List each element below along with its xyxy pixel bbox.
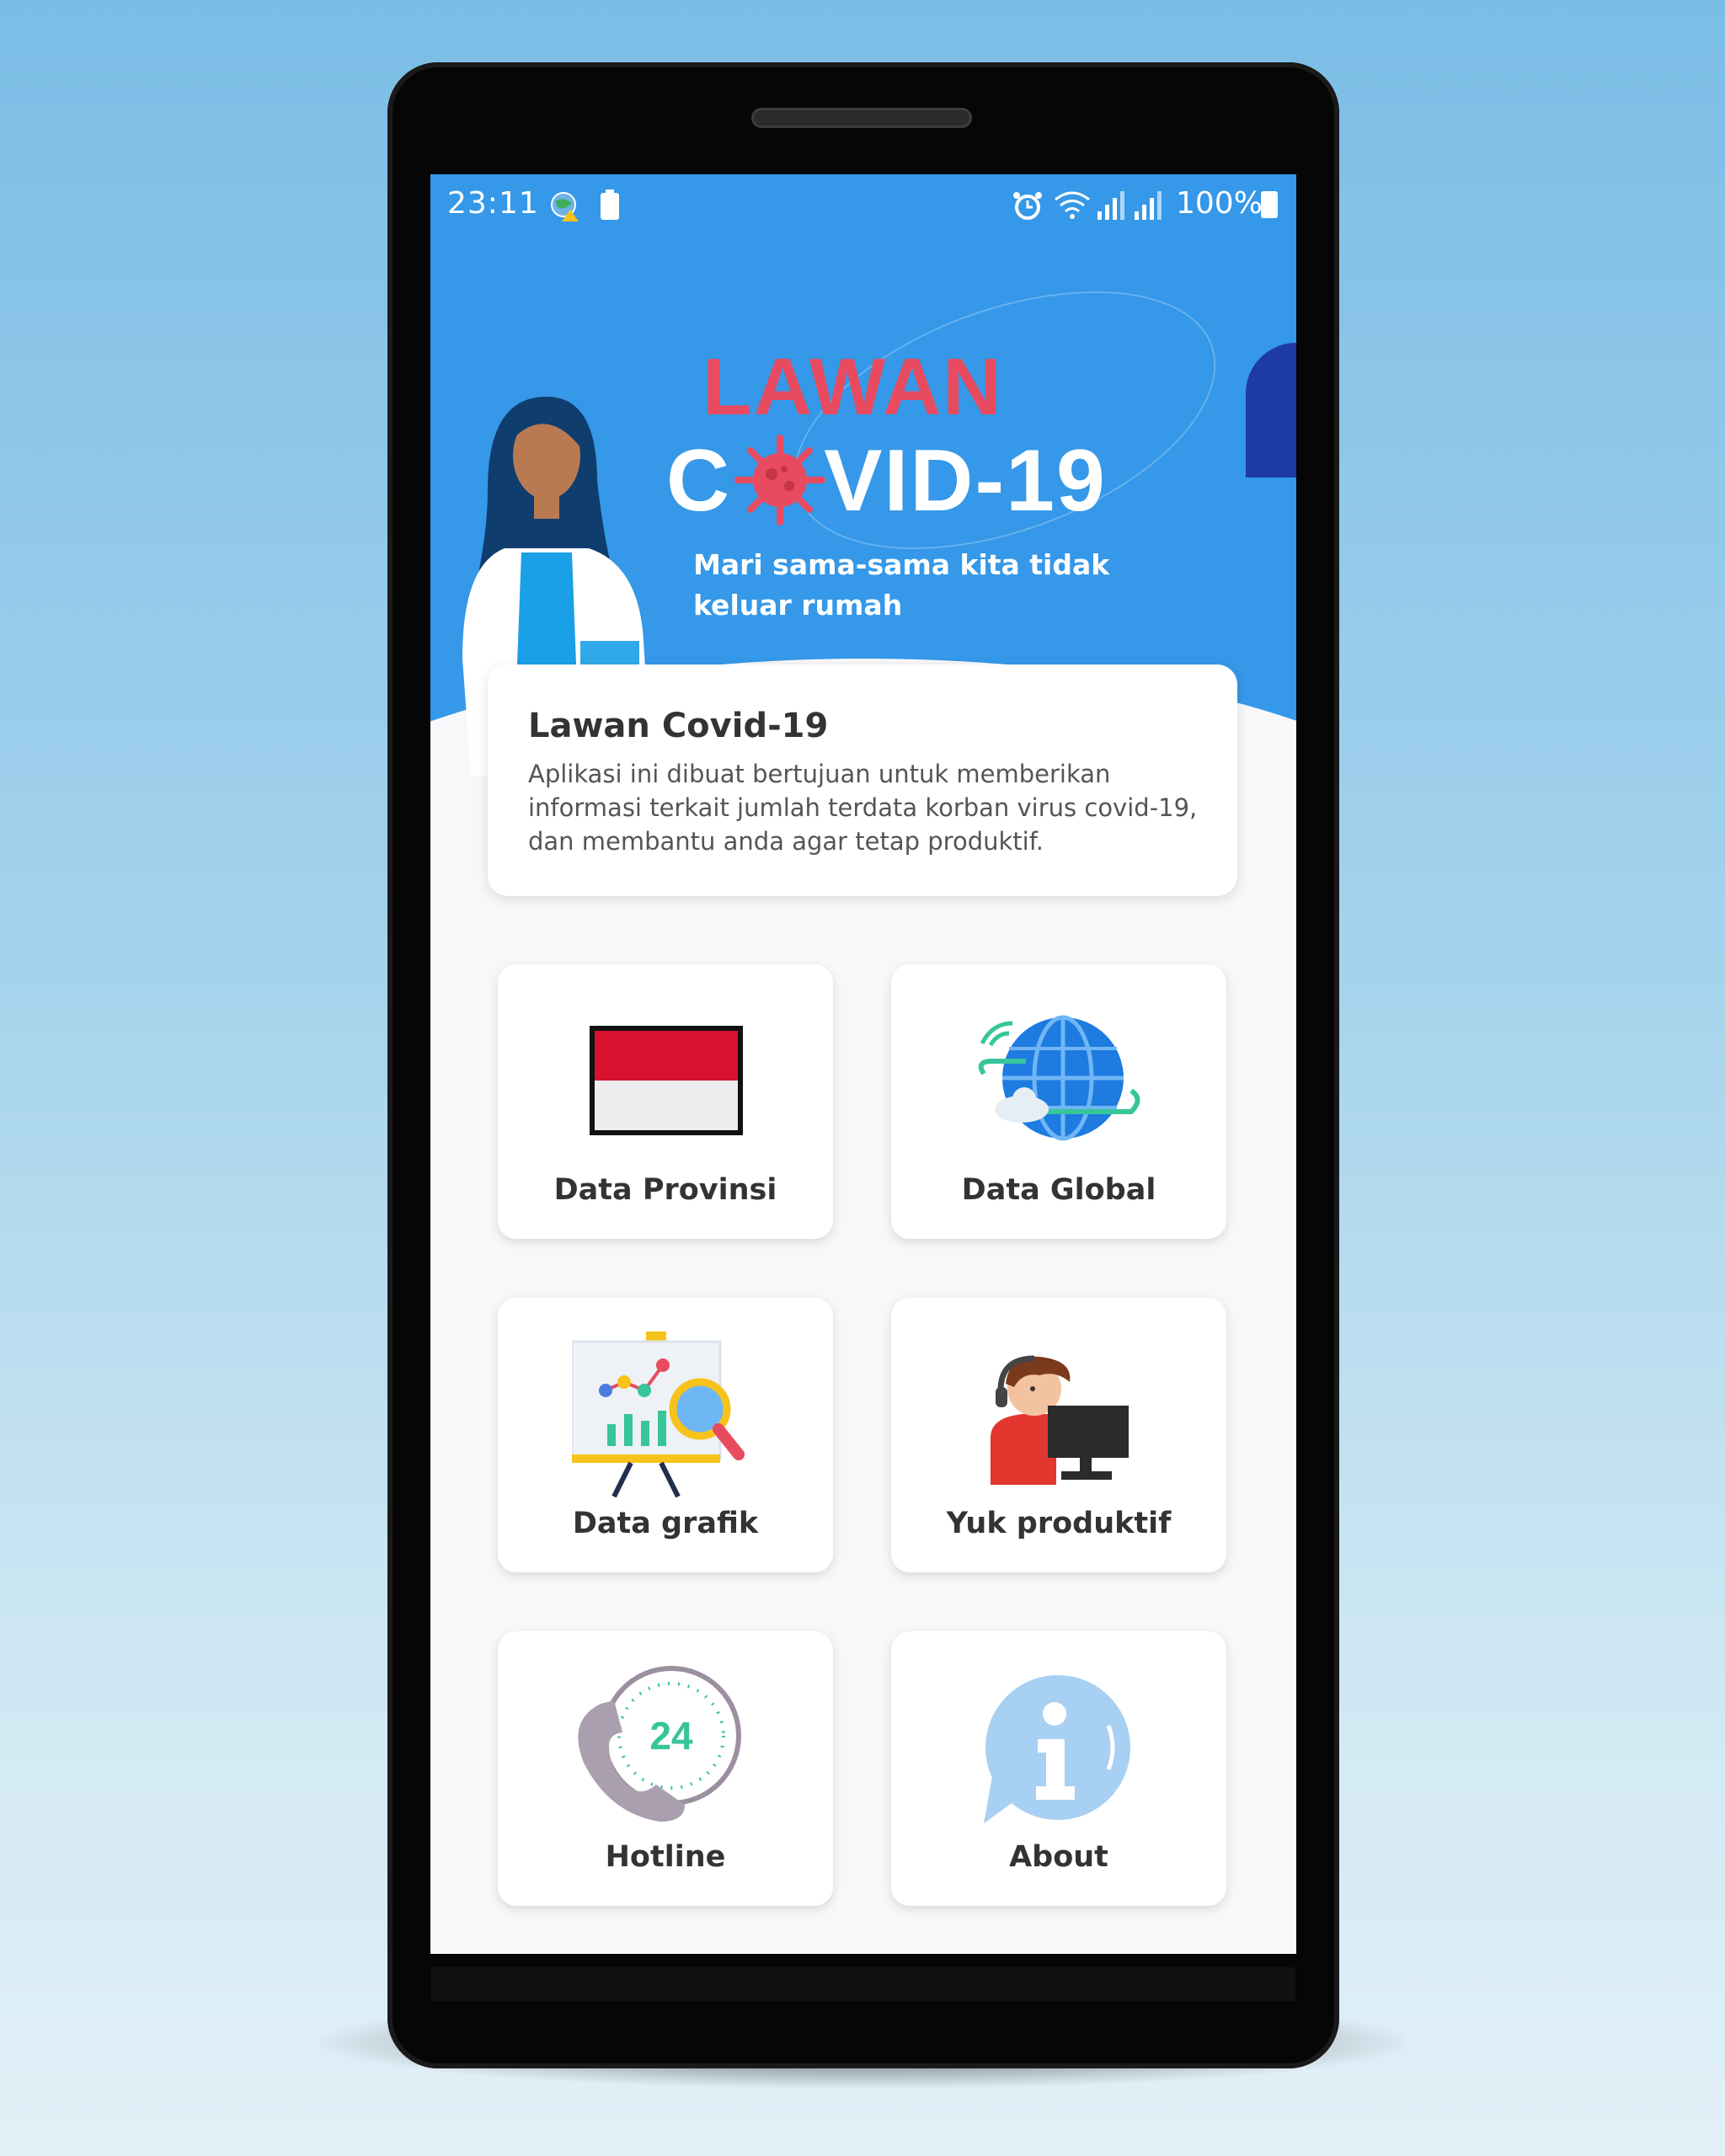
signal-icon — [1097, 191, 1124, 220]
status-bar: 23:11 100% — [430, 174, 1296, 233]
menu-label: Yuk produktif — [946, 1507, 1172, 1540]
menu-data-provinsi[interactable]: Data Provinsi — [498, 964, 833, 1239]
decorative-blob — [1246, 343, 1296, 478]
app-title-line2: C VID-19 — [666, 437, 1107, 525]
indonesia-flag-icon — [590, 1026, 743, 1135]
person-computer-icon — [991, 1355, 1129, 1485]
phone-chin — [431, 1967, 1295, 2001]
menu-data-global[interactable]: Data Global — [891, 964, 1226, 1239]
menu-label: Hotline — [605, 1840, 726, 1874]
tagline: Mari sama-sama kita tidak keluar rumah — [693, 548, 1110, 622]
menu-label: Data grafik — [572, 1507, 759, 1540]
battery-percent: 100% — [1176, 186, 1263, 221]
title-covid-rest: VID-19 — [824, 432, 1107, 530]
hotline-number: 24 — [649, 1714, 693, 1758]
title-letter-c: C — [666, 432, 732, 530]
phone-24-icon: 24 — [578, 1666, 741, 1822]
menu-yuk-produktif[interactable]: Yuk produktif — [891, 1298, 1226, 1572]
alarm-icon — [1013, 192, 1042, 220]
globe-warning-icon — [551, 192, 579, 221]
info-card-title: Lawan Covid-19 — [528, 707, 829, 745]
battery-100-icon — [601, 189, 619, 220]
signal-icon — [1135, 191, 1162, 220]
globe-icon — [978, 1015, 1140, 1141]
menu-label: Data Global — [961, 1173, 1156, 1207]
info-card: Lawan Covid-19 Aplikasi ini dibuat bertu… — [488, 664, 1237, 896]
battery-icon — [1261, 191, 1278, 218]
wifi-icon — [1055, 191, 1090, 219]
app-screen: 23:11 100% LAWAN C VID-19 Mari sama-sama… — [430, 174, 1296, 1954]
phone-frame: 23:11 100% LAWAN C VID-19 Mari sama-sama… — [387, 62, 1339, 2068]
speaker-grille — [751, 108, 972, 128]
menu-about[interactable]: About — [891, 1631, 1226, 1906]
status-time: 23:11 — [447, 186, 539, 221]
chart-board-icon — [572, 1331, 745, 1498]
menu-label: About — [1009, 1840, 1108, 1874]
menu-hotline[interactable]: 24 Hotline — [498, 1631, 833, 1906]
info-card-text: Aplikasi ini dibuat bertujuan untuk memb… — [528, 760, 1198, 856]
menu-data-grafik[interactable]: Data grafik — [498, 1298, 833, 1572]
menu-label: Data Provinsi — [553, 1173, 777, 1207]
app-title-line1: LAWAN — [702, 342, 1003, 432]
info-bubble-icon — [984, 1675, 1130, 1823]
